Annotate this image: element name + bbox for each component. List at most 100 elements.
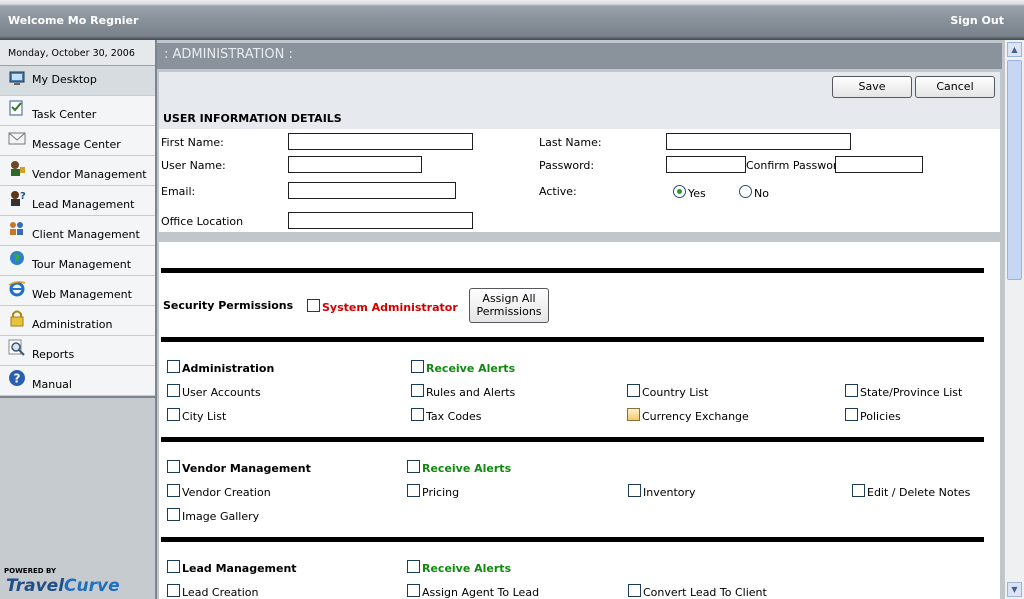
sidebar-item-client-management[interactable]: Client Management [0, 216, 155, 246]
sidebar-item-manual[interactable]: ? Manual [0, 366, 155, 396]
sidebar-item-label: Web Management [32, 288, 132, 301]
sidebar-item-label: Manual [32, 378, 72, 391]
sign-out-link[interactable]: Sign Out [950, 14, 1004, 27]
scroll-down-arrow[interactable]: ▼ [1007, 582, 1022, 597]
assign-line2: Permissions [476, 305, 542, 318]
rules-and-alerts-checkbox[interactable] [411, 384, 424, 397]
active-no-radio[interactable] [739, 185, 752, 198]
edit-delete-notes-label: Edit / Delete Notes [867, 486, 971, 499]
globe-icon [10, 251, 24, 265]
inventory-label: Inventory [643, 486, 696, 499]
convert-lead-to-client-checkbox[interactable] [628, 584, 641, 597]
user-name-field[interactable] [288, 156, 422, 173]
first-name-field[interactable] [288, 133, 473, 150]
edit-delete-notes-checkbox[interactable] [852, 484, 865, 497]
security-permissions-title: Security Permissions [163, 299, 294, 312]
email-field[interactable] [288, 182, 456, 199]
ie-icon [8, 281, 26, 297]
scroll-up-arrow[interactable]: ▲ [1007, 42, 1022, 57]
password-field[interactable] [666, 156, 746, 173]
vendor-creation-label: Vendor Creation [182, 486, 271, 499]
sidebar-item-reports[interactable]: Reports [0, 336, 155, 366]
divider-line [161, 337, 984, 342]
currency-exchange-label: Currency Exchange [642, 410, 749, 423]
lock-icon [10, 310, 24, 327]
scroll-thumb[interactable] [1007, 60, 1022, 280]
magnifier-icon [8, 339, 25, 356]
lead-alerts-checkbox[interactable] [407, 560, 420, 573]
currency-exchange-checkbox[interactable] [627, 408, 640, 421]
first-name-label: First Name: [161, 136, 224, 149]
lead-management-checkbox[interactable] [167, 560, 180, 573]
active-no-label: No [754, 187, 769, 200]
office-location-label: Office Location [161, 215, 244, 228]
lead-management-group-label: Lead Management [182, 562, 297, 575]
inventory-checkbox[interactable] [628, 484, 641, 497]
sidebar-item-tour-management[interactable]: Tour Management [0, 246, 155, 276]
active-yes-radio[interactable] [673, 185, 686, 198]
office-location-field[interactable] [288, 212, 473, 229]
administration-group-label: Administration [182, 362, 275, 375]
city-list-checkbox[interactable] [167, 408, 180, 421]
cancel-button[interactable]: Cancel [915, 76, 995, 98]
sidebar-item-lead-management[interactable]: ? Lead Management [0, 186, 155, 216]
policies-checkbox[interactable] [845, 408, 858, 421]
convert-lead-to-client-label: Convert Lead To Client [643, 586, 767, 599]
lead-alerts-label: Receive Alerts [422, 562, 512, 575]
user-information-panel: Save Cancel USER INFORMATION DETAILS Fir… [159, 72, 1000, 232]
user-accounts-checkbox[interactable] [167, 384, 180, 397]
pricing-label: Pricing [422, 486, 460, 499]
active-yes-label: Yes [688, 187, 706, 200]
system-administrator-checkbox[interactable] [307, 299, 320, 312]
user-panel-header: Save Cancel USER INFORMATION DETAILS [159, 72, 1000, 129]
image-gallery-label: Image Gallery [182, 510, 260, 523]
tax-codes-checkbox[interactable] [411, 408, 424, 421]
city-list-label: City List [182, 410, 227, 423]
user-accounts-label: User Accounts [182, 386, 261, 399]
save-button[interactable]: Save [832, 76, 912, 98]
clients-icon [10, 222, 23, 235]
vendor-creation-checkbox[interactable] [167, 484, 180, 497]
sidebar-item-administration[interactable]: Administration [0, 306, 155, 336]
policies-label: Policies [860, 410, 901, 423]
svg-text:?: ? [20, 191, 26, 202]
assign-line1: Assign All [482, 292, 536, 305]
divider-line [161, 268, 984, 273]
confirm-password-field[interactable] [835, 156, 923, 173]
svg-text:?: ? [14, 372, 21, 386]
help-icon: ? [9, 370, 25, 386]
country-list-checkbox[interactable] [627, 384, 640, 397]
sidebar-item-vendor-management[interactable]: Vendor Management [0, 156, 155, 186]
administration-alerts-checkbox[interactable] [411, 360, 424, 373]
confirm-password-label: Confirm Password [746, 159, 845, 172]
last-name-field[interactable] [666, 133, 851, 150]
sidebar-item-label: My Desktop [32, 73, 97, 86]
lead-creation-label: Lead Creation [182, 586, 259, 599]
logo-part2: Curve [64, 576, 120, 596]
sidebar-item-my-desktop[interactable]: My Desktop [0, 66, 155, 96]
security-permissions-panel: Security Permissions System Administrato… [159, 242, 1000, 599]
administration-alerts-label: Receive Alerts [426, 362, 516, 375]
last-name-label: Last Name: [539, 136, 602, 149]
travelcurve-logo: TravelCurve [6, 576, 120, 596]
assign-agent-to-lead-checkbox[interactable] [407, 584, 420, 597]
administration-checkbox[interactable] [167, 360, 180, 373]
vertical-scrollbar[interactable]: ▲ ▼ [1004, 40, 1024, 599]
user-name-label: User Name: [161, 159, 226, 172]
country-list-label: Country List [642, 386, 709, 399]
vendor-management-checkbox[interactable] [167, 460, 180, 473]
assign-all-permissions-button[interactable]: Assign All Permissions [469, 288, 549, 323]
lead-icon: ? [11, 191, 26, 206]
sidebar-item-task-center[interactable]: Task Center [0, 96, 155, 126]
sidebar: Monday, October 30, 2006 My Desktop Task… [0, 40, 157, 599]
logo-part1: Travel [6, 576, 65, 596]
sidebar-item-label: Reports [32, 348, 75, 361]
lead-creation-checkbox[interactable] [167, 584, 180, 597]
pricing-checkbox[interactable] [407, 484, 420, 497]
state-province-list-checkbox[interactable] [845, 384, 858, 397]
vendor-alerts-checkbox[interactable] [407, 460, 420, 473]
sidebar-item-message-center[interactable]: Message Center [0, 126, 155, 156]
image-gallery-checkbox[interactable] [167, 508, 180, 521]
powered-by-text: POWERED BY [4, 567, 57, 575]
sidebar-item-web-management[interactable]: Web Management [0, 276, 155, 306]
